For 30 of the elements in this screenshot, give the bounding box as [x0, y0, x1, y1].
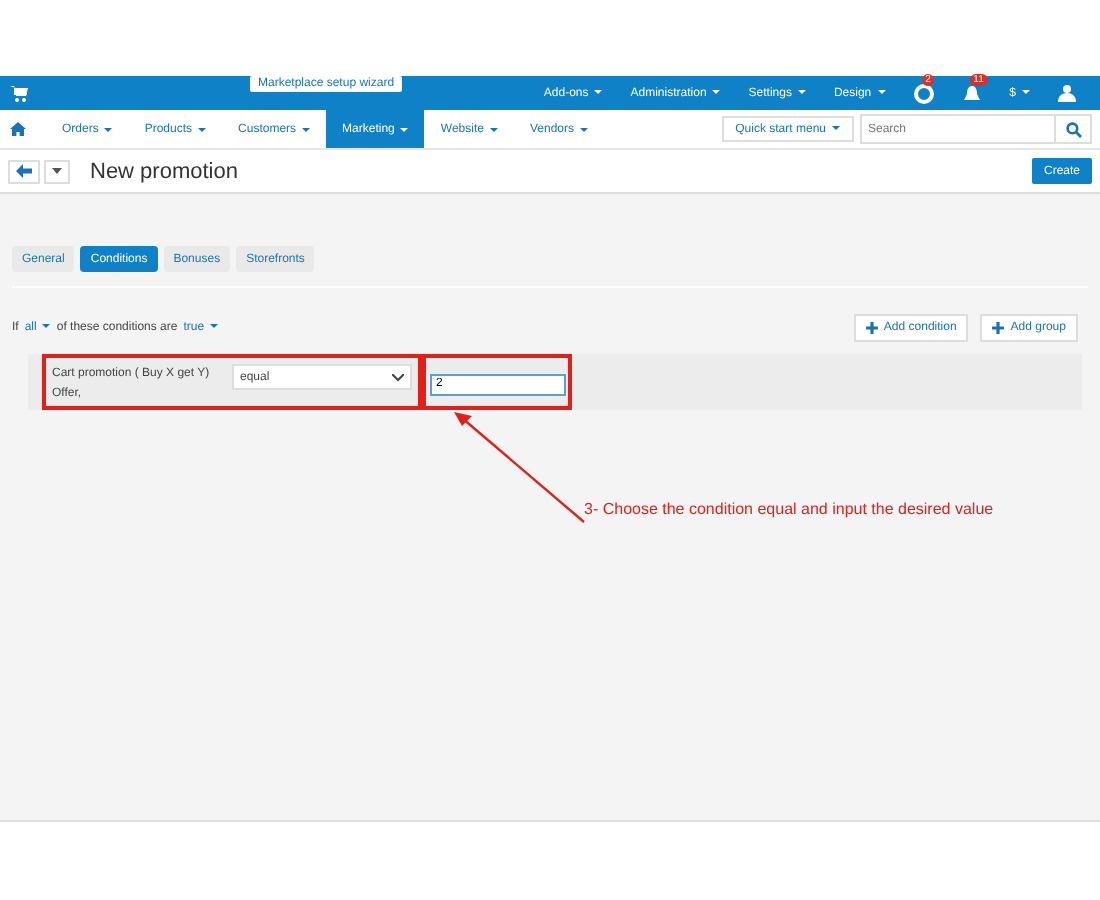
caret-icon — [797, 89, 806, 94]
caret-icon — [877, 89, 886, 94]
arrow-left-icon — [16, 164, 32, 178]
search-button[interactable] — [1056, 114, 1092, 144]
annotation-text: 3- Choose the condition equal and input the desired value — [584, 500, 994, 518]
plus-icon — [865, 321, 878, 333]
plus-icon — [992, 321, 1005, 333]
caret-icon — [42, 323, 51, 328]
caret-icon — [594, 89, 603, 94]
caret-icon — [198, 127, 207, 131]
page-title: New promotion — [90, 159, 238, 183]
bell-icon[interactable] — [961, 83, 982, 103]
caret-icon — [104, 127, 113, 131]
user-icon[interactable] — [1058, 84, 1076, 102]
caret-icon — [489, 127, 498, 131]
caret-icon — [400, 127, 409, 131]
caret-icon — [832, 125, 840, 130]
caret-icon — [1022, 89, 1030, 94]
home-icon[interactable] — [10, 122, 26, 136]
dropdown-button[interactable] — [44, 159, 70, 183]
caret-icon — [580, 127, 588, 131]
cart-icon[interactable] — [10, 85, 28, 101]
back-button[interactable] — [8, 159, 40, 183]
caret-icon — [52, 168, 62, 174]
lifebuoy-icon[interactable] — [913, 83, 934, 103]
caret-icon — [712, 89, 721, 94]
caret-icon — [302, 127, 311, 131]
chevron-down-icon — [392, 373, 404, 381]
caret-icon — [210, 323, 219, 328]
search-icon — [1065, 121, 1081, 137]
